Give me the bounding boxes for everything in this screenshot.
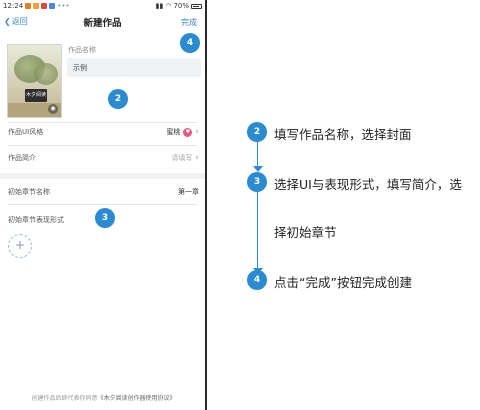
phone-screen: 12:24 ••• ▮▮ ◠ 70% ❮ 返回 新建作品 完成 木夕阅读 ◉ 作… (0, 0, 207, 410)
status-time: 12:24 (3, 2, 24, 10)
back-button[interactable]: ❮ 返回 (4, 16, 28, 27)
notification-icon (33, 3, 40, 9)
callout-badge: 4 (180, 33, 200, 53)
nav-bar: ❮ 返回 新建作品 完成 (0, 12, 205, 32)
step-connector (257, 192, 258, 272)
step-number-badge: 4 (247, 270, 267, 290)
ui-style-label: 作品UI风格 (8, 128, 44, 136)
footer-agreement: 创建作品后即代表你同意《木夕阅读创作器使用协议》 (0, 393, 205, 402)
chapter-name-label: 初始章节名称 (8, 188, 50, 196)
add-form-button[interactable]: + (8, 234, 32, 258)
peach-icon: ♥ (183, 127, 193, 137)
back-label: 返回 (11, 17, 28, 26)
chapter-form-label: 初始章节表现形式 (8, 216, 64, 224)
step-number-badge: 2 (247, 122, 267, 142)
callout-badge: 2 (108, 89, 128, 109)
intro-hint: 请填写 (171, 154, 193, 162)
work-name-input[interactable] (67, 58, 201, 77)
agreement-link[interactable]: 《木夕阅读创作器使用协议》 (98, 395, 176, 402)
signal-icon: ▮▮ (155, 2, 164, 10)
step-text: 选择UI与表现形式，填写简介，选 (274, 177, 462, 192)
step-guide: 2 填写作品名称，选择封面 3 选择UI与表现形式，填写简介，选 择初始章节 4… (246, 120, 480, 295)
notification-icon (49, 3, 56, 9)
divider (8, 145, 197, 146)
chevron-left-icon: ❮ (4, 17, 11, 26)
divider (8, 204, 197, 205)
chapter-name-row[interactable]: 初始章节名称 第一章 (0, 182, 205, 202)
cover-image[interactable]: 木夕阅读 ◉ (7, 44, 62, 118)
chapter-name-value: 第一章 (178, 188, 199, 196)
ui-style-value: 蜜桃 (166, 128, 181, 136)
work-name-label: 作品名称 (68, 46, 96, 54)
status-bar: 12:24 ••• ▮▮ ◠ 70% (0, 0, 205, 12)
section-gap (0, 173, 205, 179)
step-text: 点击“完成”按钮完成创建 (274, 275, 412, 290)
step-text: 填写作品名称，选择封面 (274, 127, 412, 142)
intro-label: 作品简介 (8, 154, 36, 162)
chevron-right-icon: › (195, 152, 199, 163)
notification-icon (25, 3, 32, 9)
step-number-badge: 3 (247, 172, 267, 192)
battery-icon (191, 3, 202, 9)
intro-row[interactable]: 作品简介 请填写 › (0, 148, 205, 168)
cover-logo: 木夕阅读 (25, 89, 47, 102)
notification-icon (41, 3, 48, 9)
callout-badge: 3 (95, 208, 115, 228)
ui-style-row[interactable]: 作品UI风格 蜜桃 ♥ › (0, 122, 205, 142)
camera-icon[interactable]: ◉ (48, 104, 58, 114)
wifi-icon: ◠ (165, 2, 172, 10)
chevron-right-icon: › (195, 126, 199, 137)
footer-prefix: 创建作品后即代表你同意 (31, 395, 98, 402)
page-title: 新建作品 (83, 18, 122, 29)
done-button[interactable]: 完成 (181, 17, 197, 28)
battery-text: 70% (173, 2, 189, 10)
step-text-continued: 择初始章节 (274, 225, 337, 240)
step-connector (257, 140, 258, 167)
